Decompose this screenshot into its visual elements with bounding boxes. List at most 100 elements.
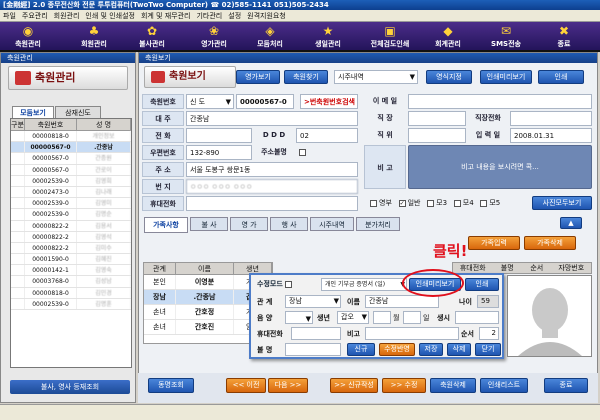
position-field[interactable]: [408, 128, 466, 143]
zip-field[interactable]: 132-890: [186, 145, 252, 160]
job-field[interactable]: [408, 111, 466, 126]
phone-field[interactable]: [291, 327, 341, 340]
menu-print[interactable]: 인쇄 및 인쇄설정: [82, 10, 138, 22]
print-list-button[interactable]: 인쇄리스트: [480, 378, 528, 393]
table-row[interactable]: 00002539-0 김영미: [11, 198, 131, 210]
same-name-lookup-button[interactable]: 동명조회: [148, 378, 194, 393]
tab-event[interactable]: 행 사: [270, 217, 308, 231]
mobile-field[interactable]: [186, 196, 358, 211]
table-row[interactable]: 00002539-0 김영희: [11, 175, 131, 187]
check-youngbu[interactable]: 영부: [370, 199, 392, 207]
unknown-field[interactable]: [285, 343, 341, 356]
print-button[interactable]: 인쇄: [538, 70, 584, 84]
check-mo3[interactable]: 모3: [427, 199, 447, 207]
table-row[interactable]: 00001590-0 김혜진: [11, 254, 131, 266]
menu-main[interactable]: 주요관리: [19, 10, 51, 22]
registry-lookup-button[interactable]: 불사, 영사 등재조회: [10, 380, 130, 394]
table-row[interactable]: 00000818-0 개인정보: [11, 131, 131, 143]
popup-apply-button[interactable]: 수정반영: [379, 343, 415, 356]
table-row[interactable]: 00000822-2 김용서: [11, 220, 131, 232]
day-select[interactable]: [403, 311, 421, 324]
menu-file[interactable]: 파일: [0, 10, 19, 22]
popup-save-button[interactable]: 저장: [419, 343, 443, 356]
email-field[interactable]: [408, 94, 592, 109]
tab-family[interactable]: 가족사항: [144, 217, 188, 233]
table-row[interactable]: 00003768-0 김성남: [11, 276, 131, 288]
check-mo4[interactable]: 모4: [453, 199, 474, 207]
left-grid[interactable]: 구분 축원번호 성 명 00000818-0 개인정보 00000567-0 .간종남 00…: [10, 118, 132, 368]
table-row[interactable]: 00000142-1 김영숙: [11, 265, 131, 277]
table-row[interactable]: 00000818-0 김민경: [11, 287, 131, 299]
edit-button[interactable]: >> 수정: [382, 378, 426, 393]
find-blessing-button[interactable]: 축원찾기: [284, 70, 328, 84]
tab-donation-history[interactable]: 시주내역: [310, 217, 354, 231]
prev-button[interactable]: << 이전: [226, 378, 266, 393]
tab-offering[interactable]: 불 사: [190, 217, 228, 231]
table-row[interactable]: 00000567-0 간로이: [11, 164, 131, 176]
job-tel-field[interactable]: [510, 111, 592, 126]
popup-print-button[interactable]: 인쇄: [465, 278, 499, 291]
table-row[interactable]: 00000567-0 .간종남: [11, 142, 131, 154]
print-preview-button[interactable]: 인쇄미리보기: [480, 70, 532, 84]
month-select[interactable]: [373, 311, 391, 324]
table-row[interactable]: 00000822-2 김미수: [11, 242, 131, 255]
certificate-select[interactable]: 개인 기부금 증명서 (일) ▼: [321, 278, 407, 291]
menu-settings[interactable]: 설정: [225, 10, 244, 22]
menu-accounting[interactable]: 회계 및 재무관리: [138, 10, 194, 22]
gender-select[interactable]: ▼: [285, 311, 313, 324]
check-general[interactable]: ✓ 일반: [398, 199, 420, 207]
memo-view-button[interactable]: 비고 내용을 보시려면 콕...: [408, 145, 592, 189]
delete-blessing-button[interactable]: 축원삭제: [430, 378, 476, 393]
toolbar-accounting-button[interactable]: ◆ 회계관리: [424, 22, 472, 52]
ddd-field[interactable]: 02: [296, 128, 358, 143]
view-all-photos-button[interactable]: 사진모두보기: [532, 196, 592, 210]
toolbar-members-button[interactable]: ♣ 회원관리: [70, 22, 118, 52]
tab-samjae[interactable]: 삼재신도: [55, 106, 101, 118]
tel-field[interactable]: [186, 128, 252, 143]
table-row[interactable]: 00000822-2 김영석: [11, 231, 131, 243]
popup-memo-field[interactable]: [365, 327, 459, 340]
blessing-no-field[interactable]: 00000567-0: [236, 94, 294, 109]
address-field[interactable]: 서울 도봉구 쌍문1동: [186, 162, 358, 177]
new-entry-button[interactable]: >> 신규작성: [330, 378, 378, 393]
next-button[interactable]: 다음 >>: [268, 378, 308, 393]
tab-ancestor[interactable]: 영 가: [230, 217, 268, 231]
tab-branch[interactable]: 분가처리: [356, 217, 400, 231]
tab-group-view[interactable]: 모둠보기: [12, 106, 54, 118]
exit-button[interactable]: 종료: [544, 378, 588, 393]
offering-history-select[interactable]: 시주내역 ▼: [334, 70, 418, 84]
toolbar-offerings-button[interactable]: ✿ 불사관리: [128, 22, 176, 52]
address-unknown-checkbox[interactable]: [296, 145, 310, 160]
menu-remote[interactable]: 원격지원요청: [244, 10, 289, 22]
order-field[interactable]: 2: [479, 327, 499, 340]
add-family-button[interactable]: 가족입력: [468, 236, 520, 250]
popup-close-button[interactable]: 닫기: [475, 343, 501, 356]
toolbar-exit-button[interactable]: ✖ 종료: [540, 22, 588, 52]
table-row[interactable]: 00000567-0 간종원: [11, 153, 131, 165]
date-field[interactable]: 2008.01.31: [510, 128, 592, 143]
toolbar-group-button[interactable]: ◈ 모둠처리: [246, 22, 294, 52]
delete-family-button[interactable]: 가족삭제: [524, 236, 576, 250]
menu-members[interactable]: 회원관리: [51, 10, 83, 22]
bunji-field[interactable]: ㅇㅇㅇ ㅇㅇㅇ ㅇㅇㅇ: [186, 179, 358, 194]
name-field[interactable]: 간종남: [365, 295, 439, 308]
table-row[interactable]: 00002539-0 김명순: [11, 209, 131, 221]
table-row[interactable]: 00002473-0 김나래: [11, 186, 131, 199]
head-field[interactable]: 간종남: [186, 111, 358, 126]
assign-button[interactable]: 영식지정: [426, 70, 472, 84]
birth-select[interactable]: 갑오 ▼: [337, 311, 369, 324]
check-mo5[interactable]: 모5: [480, 199, 500, 207]
popup-new-button[interactable]: 신규: [347, 343, 375, 356]
popup-delete-button[interactable]: 삭제: [447, 343, 471, 356]
search-number-button[interactable]: >번축원번호검색: [300, 94, 358, 109]
scroll-up-button[interactable]: ▲: [560, 217, 582, 229]
view-ancestors-button[interactable]: 영가보기: [236, 70, 280, 84]
table-row[interactable]: 00002539-0 김명훈: [11, 298, 131, 310]
toolbar-blessing-button[interactable]: ◉ 축원관리: [4, 22, 52, 52]
menu-etc[interactable]: 기타관리: [193, 10, 225, 22]
birth-time-select[interactable]: [455, 311, 499, 324]
toolbar-ancestors-button[interactable]: ❀ 영가관리: [190, 22, 238, 52]
member-photo[interactable]: [507, 275, 592, 357]
toolbar-sms-button[interactable]: ✉ SMS전송: [482, 22, 530, 52]
toolbar-printall-button[interactable]: ▣ 전체검도인쇄: [360, 22, 420, 52]
